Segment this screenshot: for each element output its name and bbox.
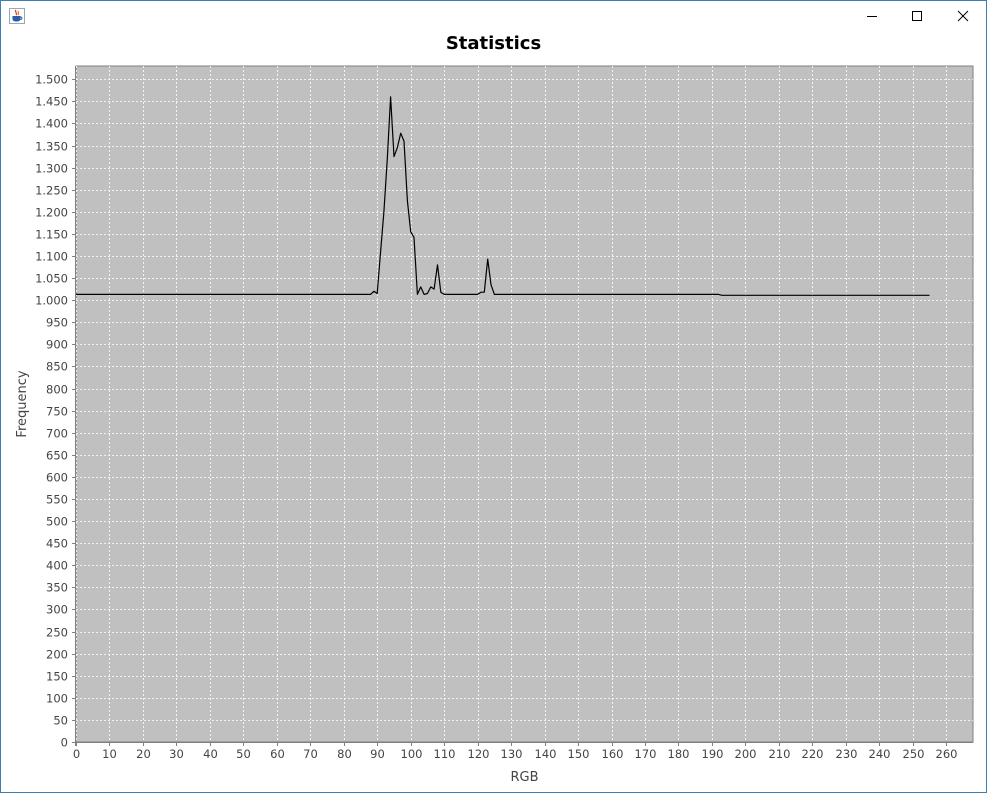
y-tick-label: 300	[46, 603, 68, 617]
x-tick-label: 240	[869, 747, 891, 761]
x-tick-label: 250	[903, 747, 925, 761]
x-tick-label: 60	[270, 747, 285, 761]
y-tick-label: 1.250	[35, 184, 68, 198]
x-tick-label: 180	[668, 747, 690, 761]
y-tick-label: 550	[46, 493, 68, 507]
y-tick-label: 150	[46, 670, 68, 684]
y-tick-label: 1.050	[35, 272, 68, 286]
y-tick-label: 1.500	[35, 73, 68, 87]
y-tick-label: 1.150	[35, 228, 68, 242]
y-tick-label: 350	[46, 581, 68, 595]
x-tick-label: 40	[203, 747, 218, 761]
x-tick-label: 20	[136, 747, 151, 761]
y-tick-label: 1.200	[35, 206, 68, 220]
y-tick-label: 250	[46, 626, 68, 640]
y-tick-label: 850	[46, 360, 68, 374]
y-tick-label: 0	[61, 736, 68, 750]
y-axis-label: Frequency	[15, 370, 30, 437]
x-tick-label: 130	[501, 747, 523, 761]
y-tick-label: 200	[46, 648, 68, 662]
y-tick-label: 450	[46, 537, 68, 551]
x-tick-label: 210	[769, 747, 791, 761]
y-tick-label: 500	[46, 515, 68, 529]
x-tick-label: 230	[836, 747, 858, 761]
y-tick-label: 400	[46, 559, 68, 573]
y-tick-label: 700	[46, 427, 68, 441]
y-tick-label: 800	[46, 383, 68, 397]
x-tick-label: 200	[735, 747, 757, 761]
x-axis-label: RGB	[510, 770, 538, 785]
y-tick-label: 1.450	[35, 95, 68, 109]
x-tick-label: 150	[568, 747, 590, 761]
x-tick-label: 190	[702, 747, 724, 761]
y-tick-label: 600	[46, 471, 68, 485]
y-tick-label: 100	[46, 692, 68, 706]
x-tick-label: 90	[370, 747, 385, 761]
x-tick-label: 170	[635, 747, 657, 761]
y-tick-label: 750	[46, 405, 68, 419]
x-tick-label: 0	[73, 747, 80, 761]
x-tick-label: 10	[102, 747, 117, 761]
y-tick-label: 1.350	[35, 140, 68, 154]
x-tick-label: 50	[236, 747, 251, 761]
y-tick-label: 1.400	[35, 117, 68, 131]
y-tick-label: 1.300	[35, 162, 68, 176]
y-tick-label: 650	[46, 449, 68, 463]
y-tick-label: 900	[46, 338, 68, 352]
y-tick-label: 1.100	[35, 250, 68, 264]
y-tick-label: 1.000	[35, 294, 68, 308]
x-tick-label: 30	[169, 747, 184, 761]
x-tick-label: 70	[303, 747, 318, 761]
x-tick-label: 220	[802, 747, 824, 761]
x-tick-label: 110	[434, 747, 456, 761]
x-tick-label: 120	[468, 747, 490, 761]
x-tick-label: 260	[936, 747, 958, 761]
y-tick-label: 950	[46, 316, 68, 330]
histogram-chart: 0 10 20 30 40 50 60 70 80 90 100 110 120 130 140 150 160…	[15, 65, 974, 785]
y-tick-label: 50	[53, 714, 68, 728]
x-tick-label: 80	[337, 747, 352, 761]
x-tick-label: 100	[401, 747, 423, 761]
x-tick-label: 160	[602, 747, 624, 761]
x-tick-label: 140	[535, 747, 557, 761]
